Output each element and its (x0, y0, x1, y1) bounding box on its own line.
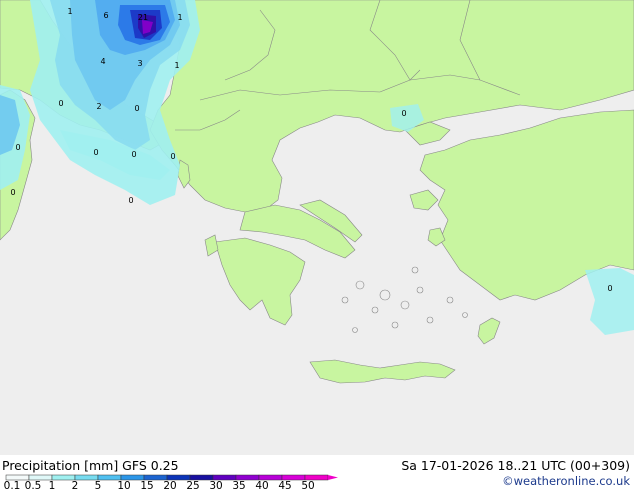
value-label: 0 (401, 109, 406, 118)
scale-label: 1 (49, 480, 56, 490)
value-label: 3 (137, 59, 142, 68)
scale-labels: 0.1 0.5 1 2 5 10 15 20 25 30 35 40 45 50 (4, 480, 315, 490)
scale-label: 20 (163, 480, 176, 490)
scale-label: 25 (186, 480, 199, 490)
value-label: 1 (177, 13, 182, 22)
value-label: 0 (128, 196, 133, 205)
scale-label: 0.5 (25, 480, 42, 490)
product-title: Precipitation [mm] GFS 0.25 (2, 458, 179, 473)
value-label: 0 (10, 188, 15, 197)
value-label: 0 (170, 152, 175, 161)
value-label: 1 (67, 7, 72, 16)
valid-datetime: Sa 17-01-2026 18..21 UTC (00+309) (401, 458, 630, 473)
scale-label: 15 (140, 480, 153, 490)
scale-label: 40 (255, 480, 268, 490)
value-label: 6 (103, 11, 108, 20)
value-label: 0 (134, 104, 139, 113)
value-label: 1 (174, 61, 179, 70)
scale-label: 5 (95, 480, 102, 490)
value-label: 0 (15, 143, 20, 152)
value-label: 0 (131, 150, 136, 159)
scale-label: 10 (117, 480, 130, 490)
scale-label: 2 (72, 480, 79, 490)
value-label: 0 (607, 284, 612, 293)
value-label: 4 (100, 57, 105, 66)
scale-label: 30 (209, 480, 222, 490)
value-label: 21 (138, 13, 148, 22)
scale-label: 45 (278, 480, 291, 490)
precip-color-scale: 0.1 0.5 1 2 5 10 15 20 25 30 35 40 45 50 (4, 474, 338, 490)
scale-label: 35 (232, 480, 245, 490)
value-label: 0 (58, 99, 63, 108)
value-label: 2 (96, 102, 101, 111)
scale-label: 0.1 (4, 480, 21, 490)
scale-arrow (328, 475, 338, 480)
scale-label: 50 (301, 480, 314, 490)
value-label: 0 (93, 148, 98, 157)
precipitation-map: 6 21 1 1 4 3 1 2 0 0 0 0 0 0 0 0 0 0 (0, 0, 634, 455)
